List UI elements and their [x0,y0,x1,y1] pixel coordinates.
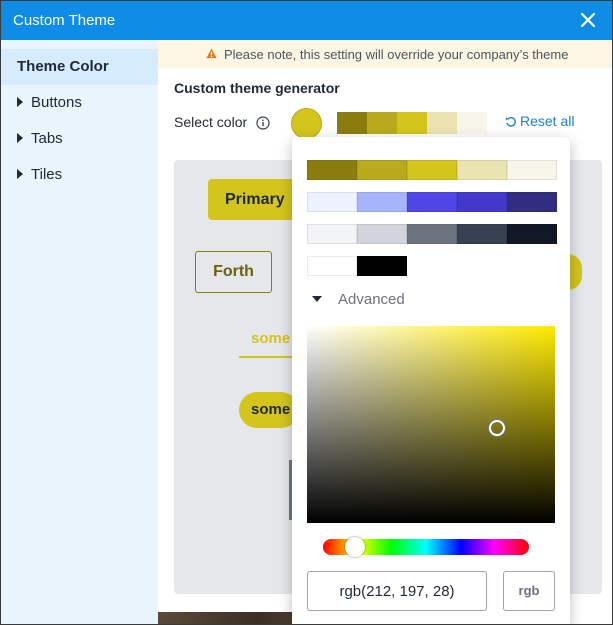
palette-swatch[interactable] [307,160,357,180]
reset-all-label: Reset all [520,113,575,129]
override-notice: Please note, this setting will override … [158,40,612,68]
sidebar-item-label: Tabs [31,130,63,147]
notice-text: Please note, this setting will override … [224,47,569,62]
shade-swatch [427,112,457,134]
palette-swatch[interactable] [507,224,557,244]
palette-swatch[interactable] [307,192,357,212]
selected-color-swatch[interactable] [291,108,322,139]
hue-slider-handle[interactable] [345,537,365,557]
sidebar-item-label: Tiles [31,166,63,183]
settings-sidebar: Theme Color Buttons Tabs Tiles [1,40,158,624]
palette-swatch[interactable] [407,224,457,244]
generator-title: Custom theme generator [174,80,340,96]
reset-all-button[interactable]: Reset all [505,113,574,129]
warning-icon [206,48,217,59]
preview-tab[interactable]: some [239,330,299,358]
sidebar-item-label: Buttons [31,94,82,111]
palette-swatch[interactable] [507,192,557,212]
caret-right-icon [17,169,23,179]
reset-icon [505,117,516,127]
close-icon[interactable] [578,10,598,30]
palette-swatch[interactable] [507,160,557,180]
saturation-handle[interactable] [489,420,505,436]
palette-swatch[interactable] [357,224,407,244]
shade-swatch [337,112,367,134]
palette-row-yellow [307,160,557,180]
palette-swatch[interactable] [357,192,407,212]
saturation-value-area[interactable] [307,326,555,523]
palette-swatch[interactable] [407,160,457,180]
sidebar-item-label: Theme Color [17,58,109,75]
custom-theme-dialog: Custom Theme Theme Color Buttons Tabs Ti… [0,0,613,625]
color-picker-popover: Advanced rgb [292,137,570,624]
palette-swatch[interactable] [457,192,507,212]
sidebar-item-theme-color[interactable]: Theme Color [1,49,158,85]
generated-shades [337,112,487,134]
palette-swatch[interactable] [307,256,357,276]
select-color-label: Select color [174,114,248,130]
shade-swatch [367,112,397,134]
palette-row-indigo [307,192,557,212]
title-bar: Custom Theme [1,1,612,40]
palette-swatch[interactable] [357,160,407,180]
caret-right-icon [17,133,23,143]
dialog-title: Custom Theme [13,12,116,29]
color-value-input[interactable] [307,571,487,611]
caret-down-icon [312,296,322,302]
sidebar-item-buttons[interactable]: Buttons [1,85,158,121]
shade-swatch [397,112,427,134]
palette-swatch[interactable] [307,224,357,244]
advanced-label: Advanced [338,291,405,308]
sidebar-item-tiles[interactable]: Tiles [1,157,158,193]
hue-slider[interactable] [323,537,529,557]
palette-swatch[interactable] [407,192,457,212]
palette-swatch[interactable] [357,256,407,276]
advanced-toggle[interactable]: Advanced [312,291,405,308]
preview-forth-button[interactable]: Forth [195,251,272,293]
palette-swatch[interactable] [457,224,507,244]
info-icon[interactable] [256,116,270,130]
palette-row-gray [307,224,557,244]
caret-right-icon [17,97,23,107]
palette-row-mono [307,256,407,276]
sidebar-item-tabs[interactable]: Tabs [1,121,158,157]
preview-pill-tab[interactable]: some [239,392,299,428]
color-mode-button[interactable]: rgb [503,571,555,611]
shade-swatch [457,112,487,134]
palette-swatch[interactable] [457,160,507,180]
